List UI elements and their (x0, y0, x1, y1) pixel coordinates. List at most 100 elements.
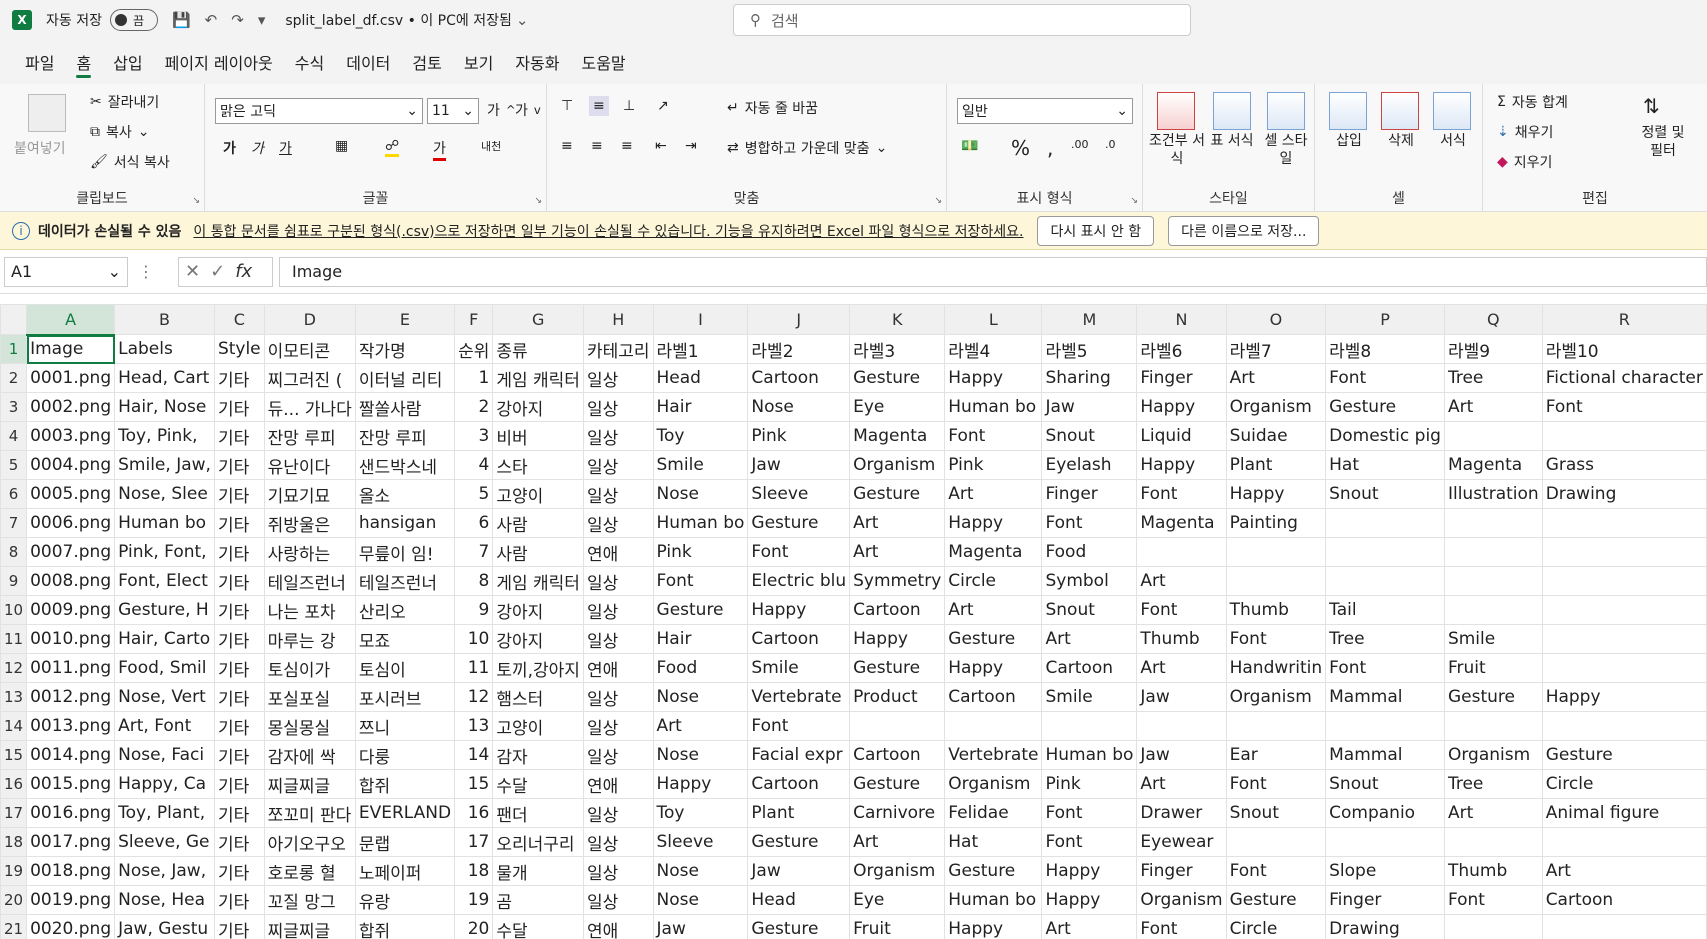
cell-n13[interactable]: Jaw (1136, 682, 1227, 712)
cell-e6[interactable]: 올소 (354, 479, 456, 509)
cell-j19[interactable]: Jaw (747, 856, 851, 886)
cell-k19[interactable]: Organism (849, 856, 946, 886)
cell-c12[interactable]: 기타 (213, 653, 265, 683)
cell-b2[interactable]: Head, Cart (114, 363, 215, 393)
cell-i1[interactable]: 라벨1 (652, 334, 749, 364)
cell-f8[interactable]: 7 (454, 537, 494, 567)
cell-i17[interactable]: Toy (652, 798, 749, 828)
cell-m12[interactable]: Cartoon (1041, 653, 1138, 683)
cell-i5[interactable]: Smile (652, 450, 749, 480)
cell-p20[interactable]: Finger (1325, 885, 1445, 915)
currency-icon[interactable]: 💵 (961, 138, 978, 154)
cell-c10[interactable]: 기타 (213, 595, 265, 625)
cell-j5[interactable]: Jaw (747, 450, 851, 480)
cell-i9[interactable]: Font (652, 566, 749, 596)
cell-r9[interactable] (1541, 566, 1707, 596)
cell-d18[interactable]: 아기오구오 (263, 827, 356, 857)
cell-a2[interactable]: 0001.png (26, 363, 116, 393)
cell-c8[interactable]: 기타 (213, 537, 265, 567)
cell-e7[interactable]: hansigan (354, 508, 456, 538)
italic-icon[interactable]: 가 (251, 138, 264, 158)
cell-r20[interactable]: Cartoon (1541, 885, 1707, 915)
cell-c5[interactable]: 기타 (213, 450, 265, 480)
cell-m7[interactable]: Font (1041, 508, 1138, 538)
cell-n6[interactable]: Font (1136, 479, 1227, 509)
cell-p12[interactable]: Font (1325, 653, 1445, 683)
cell-n2[interactable]: Finger (1136, 363, 1227, 393)
cell-l21[interactable]: Happy (944, 914, 1043, 939)
cell-b17[interactable]: Toy, Plant, (114, 798, 215, 828)
cell-j3[interactable]: Nose (747, 392, 851, 422)
cell-f12[interactable]: 11 (454, 653, 494, 683)
cell-i10[interactable]: Gesture (652, 595, 749, 625)
tab-insert[interactable]: 삽입 (102, 40, 153, 84)
cell-q8[interactable] (1443, 537, 1543, 567)
comma-icon[interactable]: , (1047, 136, 1053, 160)
cell-e21[interactable]: 합쥐 (354, 914, 456, 939)
row-header[interactable]: 21 (0, 914, 28, 939)
format-cells-button[interactable]: 서식 (1433, 132, 1473, 150)
cell-m2[interactable]: Sharing (1041, 363, 1138, 393)
tab-file[interactable]: 파일 (14, 40, 65, 84)
cell-h9[interactable]: 일상 (582, 566, 654, 596)
align-middle-icon[interactable]: ≡ (589, 96, 609, 116)
cell-e19[interactable]: 노페이퍼 (354, 856, 456, 886)
cell-q1[interactable]: 라벨9 (1443, 334, 1543, 364)
cell-n12[interactable]: Art (1136, 653, 1227, 683)
cell-d2[interactable]: 찌그러진 ( (263, 363, 356, 393)
cell-o18[interactable] (1225, 827, 1327, 857)
cell-p9[interactable] (1325, 566, 1445, 596)
row-header[interactable]: 2 (0, 363, 28, 393)
cell-a14[interactable]: 0013.png (26, 711, 116, 741)
cell-p1[interactable]: 라벨8 (1325, 334, 1445, 364)
cell-c19[interactable]: 기타 (213, 856, 265, 886)
cell-h1[interactable]: 카테고리 (582, 334, 654, 364)
cell-g4[interactable]: 비버 (492, 421, 584, 451)
cell-k16[interactable]: Gesture (849, 769, 946, 799)
cell-a6[interactable]: 0005.png (26, 479, 116, 509)
cell-c20[interactable]: 기타 (213, 885, 265, 915)
cell-l8[interactable]: Magenta (944, 537, 1043, 567)
cell-f14[interactable]: 13 (454, 711, 494, 741)
cell-l9[interactable]: Circle (944, 566, 1043, 596)
row-header[interactable]: 20 (0, 885, 28, 915)
table-format-button[interactable]: 표 서식 (1209, 132, 1255, 150)
cell-k4[interactable]: Magenta (849, 421, 946, 451)
cell-d16[interactable]: 찌글찌글 (263, 769, 356, 799)
cell-a3[interactable]: 0002.png (26, 392, 116, 422)
cell-o8[interactable] (1225, 537, 1327, 567)
cell-e8[interactable]: 무릎이 임! (354, 537, 456, 567)
row-header[interactable]: 7 (0, 508, 28, 538)
cell-e1[interactable]: 작가명 (354, 334, 456, 364)
row-header[interactable]: 11 (0, 624, 28, 654)
paste-icon[interactable] (28, 94, 66, 132)
cell-i7[interactable]: Human bo (652, 508, 749, 538)
column-header-b[interactable]: B (114, 304, 215, 335)
cell-q6[interactable]: Illustration (1443, 479, 1543, 509)
cell-r15[interactable]: Gesture (1541, 740, 1707, 770)
sort-filter-icon[interactable]: ⇅ (1643, 94, 1660, 118)
dont-show-again-button[interactable]: 다시 표시 안 함 (1037, 215, 1155, 246)
cell-n9[interactable]: Art (1136, 566, 1227, 596)
cell-g11[interactable]: 강아지 (492, 624, 584, 654)
cell-l3[interactable]: Human bo (944, 392, 1043, 422)
column-header-e[interactable]: E (354, 304, 456, 335)
cell-r11[interactable] (1541, 624, 1707, 654)
cell-i20[interactable]: Nose (652, 885, 749, 915)
cell-p10[interactable]: Tail (1325, 595, 1445, 625)
cell-h8[interactable]: 연애 (582, 537, 654, 567)
column-header-f[interactable]: F (454, 304, 494, 335)
redo-icon[interactable]: ↷ (231, 11, 244, 29)
cell-b5[interactable]: Smile, Jaw, (114, 450, 215, 480)
cell-e9[interactable]: 테일즈런너 (354, 566, 456, 596)
cell-i2[interactable]: Head (652, 363, 749, 393)
cell-l2[interactable]: Happy (944, 363, 1043, 393)
cell-g9[interactable]: 게임 캐릭터 (492, 566, 584, 596)
column-header-r[interactable]: R (1541, 304, 1707, 335)
cell-p14[interactable] (1325, 711, 1445, 741)
cell-c11[interactable]: 기타 (213, 624, 265, 654)
tab-review[interactable]: 검토 (401, 40, 452, 84)
cell-a18[interactable]: 0017.png (26, 827, 116, 857)
cell-f9[interactable]: 8 (454, 566, 494, 596)
cell-f10[interactable]: 9 (454, 595, 494, 625)
